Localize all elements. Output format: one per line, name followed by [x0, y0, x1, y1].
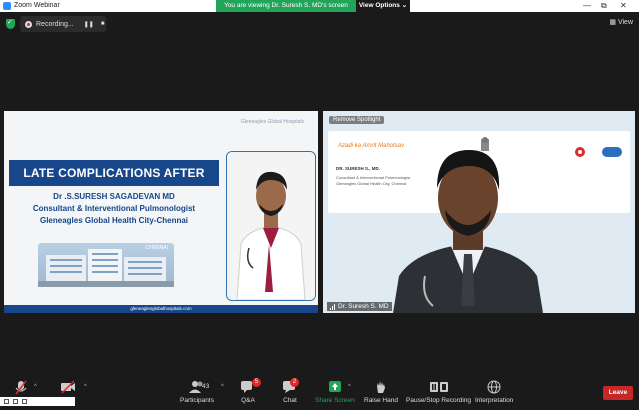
share-screen-label: Share Screen: [315, 397, 355, 404]
qa-label: Q&A: [241, 397, 255, 404]
video-caret-icon[interactable]: ^: [84, 384, 87, 390]
card-speaker-name: DR. SURESH S., MD.: [336, 166, 381, 171]
close-button[interactable]: ✕: [620, 1, 627, 10]
view-options-button[interactable]: View Options ⌄: [356, 0, 410, 12]
zoom-app-icon: [3, 2, 11, 10]
mute-button[interactable]: [14, 380, 28, 396]
raise-hand-button[interactable]: Raise Hand: [364, 380, 398, 404]
participants-button[interactable]: 43 Participants: [180, 380, 214, 404]
raise-hand-label: Raise Hand: [364, 397, 398, 404]
meeting-header: Recording... ❚❚ ■ ▦ View: [0, 12, 639, 36]
meeting-toolbar: ^ ideo ^ 43 Participants ^ 5 Q&A 2 Chat …: [0, 374, 639, 410]
pause-recording-icon[interactable]: ❚❚: [84, 21, 94, 28]
participant-name-tag: Dr. Suresh S. MD: [327, 302, 392, 311]
leave-button[interactable]: Leave: [603, 386, 633, 400]
recording-label: Recording...: [36, 20, 74, 28]
sponsor-logo-icon: [602, 147, 622, 157]
speaker-video: Azadi ka Amrit Mahotsav DR. SURESH S., M…: [323, 111, 635, 313]
participants-caret-icon[interactable]: ^: [221, 384, 224, 390]
window-title-bar: Zoom Webinar You are viewing Dr. Suresh …: [0, 0, 639, 12]
viewing-banner: You are viewing Dr. Suresh S. MD's scree…: [216, 0, 410, 12]
window-title: Zoom Webinar: [14, 2, 60, 9]
microphone-muted-icon: [15, 380, 27, 395]
interpretation-button[interactable]: Interpretation: [475, 380, 513, 404]
video-off-icon: [61, 380, 75, 394]
share-caret-icon[interactable]: ^: [348, 384, 351, 390]
participants-label: Participants: [180, 397, 214, 404]
globe-icon: [487, 380, 501, 394]
qa-button[interactable]: 5 Q&A: [240, 378, 261, 404]
recording-indicator: Recording... ❚❚ ■: [20, 16, 106, 32]
presenter-details: Dr .S.SURESH SAGADEVAN MD Consultant & I…: [9, 191, 219, 227]
hospital-building-image: CHENNAI: [38, 243, 174, 287]
pause-stop-recording-button[interactable]: Pause/Stop Recording: [406, 380, 471, 404]
hospital-logo: Gleneagles Global Hospitals: [240, 119, 304, 125]
slide-title: LATE COMPLICATIONS AFTER COVID 19: [9, 160, 219, 206]
security-shield-icon[interactable]: [6, 18, 15, 29]
interpretation-label: Interpretation: [475, 397, 514, 404]
restore-button[interactable]: ⧉: [601, 1, 607, 11]
pause-stop-recording-icon: [429, 382, 448, 392]
presenter-photo: [226, 151, 316, 301]
mini-window-icon[interactable]: [22, 399, 27, 404]
remove-spotlight-button[interactable]: Remove Spotlight: [329, 116, 385, 124]
hand-icon: [376, 381, 385, 393]
viewing-message: You are viewing Dr. Suresh S. MD's scree…: [224, 2, 348, 9]
building-label: CHENNAI: [145, 245, 168, 251]
recording-icon: [25, 20, 32, 28]
participants-count: 43: [202, 383, 210, 390]
chat-label: Chat: [283, 397, 297, 404]
minimize-button[interactable]: —: [583, 1, 591, 10]
signal-bars-icon: [330, 303, 335, 310]
presenter-hospital: Gleneagles Global Health City-Chennai: [39, 216, 189, 225]
participant-name: Dr. Suresh S. MD: [338, 303, 389, 310]
chat-badge: 2: [290, 378, 299, 387]
mini-window-icon[interactable]: [13, 399, 18, 404]
mini-window-icon[interactable]: [4, 399, 9, 404]
chat-button[interactable]: 2 Chat: [282, 378, 299, 404]
pause-stop-recording-label: Pause/Stop Recording: [406, 397, 472, 404]
view-button[interactable]: ▦ View: [609, 18, 633, 26]
slide-footer: gleneaglesglobalhospitals.com: [4, 305, 318, 313]
shared-screen: Gleneagles Global Hospitals LATE COMPLIC…: [4, 111, 318, 313]
presenter-name: Dr .S.SURESH SAGADEVAN MD: [53, 192, 175, 201]
audio-caret-icon[interactable]: ^: [34, 384, 37, 390]
qa-badge: 5: [252, 378, 261, 387]
speaker-figure: [393, 136, 543, 313]
share-screen-icon: [328, 381, 341, 392]
view-label: View: [617, 19, 633, 26]
presenter-role: Consultant & Interventional Pulmonologis…: [32, 204, 196, 213]
stop-recording-icon[interactable]: ■: [101, 21, 105, 27]
minimized-window-controls: [0, 397, 75, 406]
grid-icon: ▦: [609, 19, 616, 26]
flag-logo-icon: [572, 145, 588, 159]
